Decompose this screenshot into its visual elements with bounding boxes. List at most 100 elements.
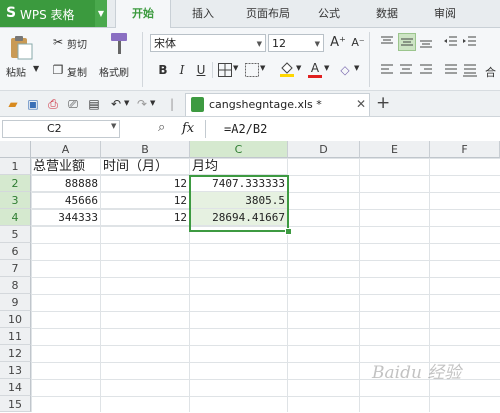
chevron-down-icon[interactable]: ▼ (324, 64, 329, 72)
select-all-corner[interactable] (0, 141, 31, 158)
row-header[interactable]: 1 (0, 158, 31, 175)
increase-indent-icon[interactable] (462, 34, 478, 50)
open-folder-icon[interactable]: ▰ (5, 96, 21, 112)
column-header[interactable]: D (288, 141, 360, 158)
tab-data[interactable]: 数据 (364, 0, 410, 27)
chevron-down-icon[interactable]: ▼ (233, 64, 238, 72)
borders-icon[interactable] (217, 62, 233, 78)
print-icon[interactable]: ⎚ (65, 96, 81, 112)
qa-divider: | (170, 97, 175, 111)
tab-review[interactable]: 审阅 (422, 0, 468, 27)
row-header[interactable]: 7 (0, 260, 31, 277)
column-header[interactable]: E (360, 141, 430, 158)
bold-button[interactable]: B (155, 62, 171, 78)
row-header[interactable]: 13 (0, 362, 31, 379)
cut-button[interactable]: 剪切 (67, 36, 87, 51)
new-tab-icon[interactable]: + (376, 93, 390, 113)
cell-a1[interactable]: 总营业额 (31, 158, 101, 175)
chevron-down-icon[interactable]: ▼ (111, 122, 116, 130)
formula-input[interactable]: =A2/B2 (224, 122, 267, 136)
wps-logo-icon: S (6, 5, 17, 21)
column-header[interactable]: F (430, 141, 500, 158)
format-painter-icon[interactable] (107, 31, 131, 57)
name-box[interactable]: C2 (2, 120, 120, 138)
row-header[interactable]: 5 (0, 226, 31, 243)
undo-icon[interactable]: ↶ (108, 96, 124, 112)
paste-icon[interactable] (8, 34, 34, 60)
shrink-font-button[interactable]: A⁻ (350, 35, 366, 51)
chevron-down-icon[interactable]: ▼ (124, 99, 129, 107)
row-header[interactable]: 9 (0, 294, 31, 311)
row-header[interactable]: 14 (0, 379, 31, 396)
fx-button[interactable]: fx (182, 121, 194, 136)
merge-center-button[interactable]: 合 (485, 64, 496, 80)
paste-dropdown-icon[interactable]: ▼ (33, 64, 39, 73)
chevron-down-icon[interactable]: ▼ (260, 64, 265, 72)
cell-b2[interactable]: 12 (101, 175, 190, 192)
chevron-down-icon[interactable]: ▼ (95, 0, 107, 27)
selection-range (189, 175, 289, 232)
font-color-button[interactable]: A (307, 60, 323, 78)
copy-icon[interactable]: ❐ (50, 62, 66, 78)
formula-divider (205, 120, 206, 138)
font-size-select[interactable]: 12 ▼ (268, 34, 324, 52)
tab-insert[interactable]: 插入 (180, 0, 226, 27)
cell-b1[interactable]: 时间（月） (101, 158, 190, 175)
row-header[interactable]: 4 (0, 209, 31, 226)
cell-b3[interactable]: 12 (101, 192, 190, 209)
row-header[interactable]: 12 (0, 345, 31, 362)
align-middle-icon[interactable] (398, 33, 416, 51)
row-header[interactable]: 11 (0, 328, 31, 345)
column-header[interactable]: C (190, 141, 288, 158)
print-preview-icon[interactable]: ▤ (86, 96, 102, 112)
font-name-select[interactable]: 宋体 ▼ (150, 34, 266, 52)
document-tab[interactable]: cangshegntage.xls * ✕ (185, 93, 370, 116)
save-icon[interactable]: ▣ (25, 96, 41, 112)
scissors-icon[interactable]: ✂ (50, 34, 66, 50)
row-header[interactable]: 8 (0, 277, 31, 294)
redo-icon[interactable]: ↷ (134, 96, 150, 112)
tab-formulas[interactable]: 公式 (306, 0, 352, 27)
clear-format-icon[interactable]: ◇ (337, 62, 353, 78)
tab-page-layout[interactable]: 页面布局 (236, 0, 300, 27)
chevron-down-icon[interactable]: ▼ (150, 99, 155, 107)
decrease-indent-icon[interactable] (443, 34, 459, 50)
cell-a3[interactable]: 45666 (31, 192, 101, 209)
column-header[interactable]: A (31, 141, 101, 158)
grow-font-button[interactable]: A⁺ (330, 35, 346, 51)
copy-button[interactable]: 复制 (67, 64, 87, 79)
chevron-down-icon: ▼ (314, 40, 320, 48)
tab-home[interactable]: 开始 (115, 0, 171, 28)
align-left-icon[interactable] (379, 62, 395, 78)
cell-b4[interactable]: 12 (101, 209, 190, 226)
cell-c1[interactable]: 月均 (190, 158, 288, 175)
fill-handle[interactable] (285, 228, 292, 235)
paste-button[interactable]: 粘贴 (6, 64, 26, 79)
app-menu-button[interactable]: S WPS 表格 ▼ (0, 0, 107, 27)
distributed-align-icon[interactable] (462, 62, 478, 78)
fill-color-icon[interactable] (279, 60, 295, 77)
row-header[interactable]: 3 (0, 192, 31, 209)
merge-cells-icon[interactable] (244, 62, 260, 78)
row-header[interactable]: 2 (0, 175, 31, 192)
cell-a2[interactable]: 88888 (31, 175, 101, 192)
align-top-icon[interactable] (379, 34, 395, 50)
row-header[interactable]: 15 (0, 396, 31, 412)
chevron-down-icon[interactable]: ▼ (354, 64, 359, 72)
underline-button[interactable]: U (193, 62, 209, 78)
cell-a4[interactable]: 344333 (31, 209, 101, 226)
italic-button[interactable]: I (174, 62, 190, 78)
font-color-swatch (308, 75, 322, 78)
align-center-icon[interactable] (398, 62, 414, 78)
row-header[interactable]: 10 (0, 311, 31, 328)
column-header[interactable]: B (101, 141, 190, 158)
search-icon[interactable]: ⌕ (158, 120, 165, 135)
align-right-icon[interactable] (418, 62, 434, 78)
close-icon[interactable]: ✕ (356, 97, 366, 111)
row-header[interactable]: 6 (0, 243, 31, 260)
justify-icon[interactable] (443, 62, 459, 78)
align-bottom-icon[interactable] (418, 34, 434, 50)
format-painter-button[interactable]: 格式刷 (99, 64, 129, 79)
export-pdf-icon[interactable]: ⎙ (45, 96, 61, 112)
chevron-down-icon[interactable]: ▼ (296, 64, 301, 72)
